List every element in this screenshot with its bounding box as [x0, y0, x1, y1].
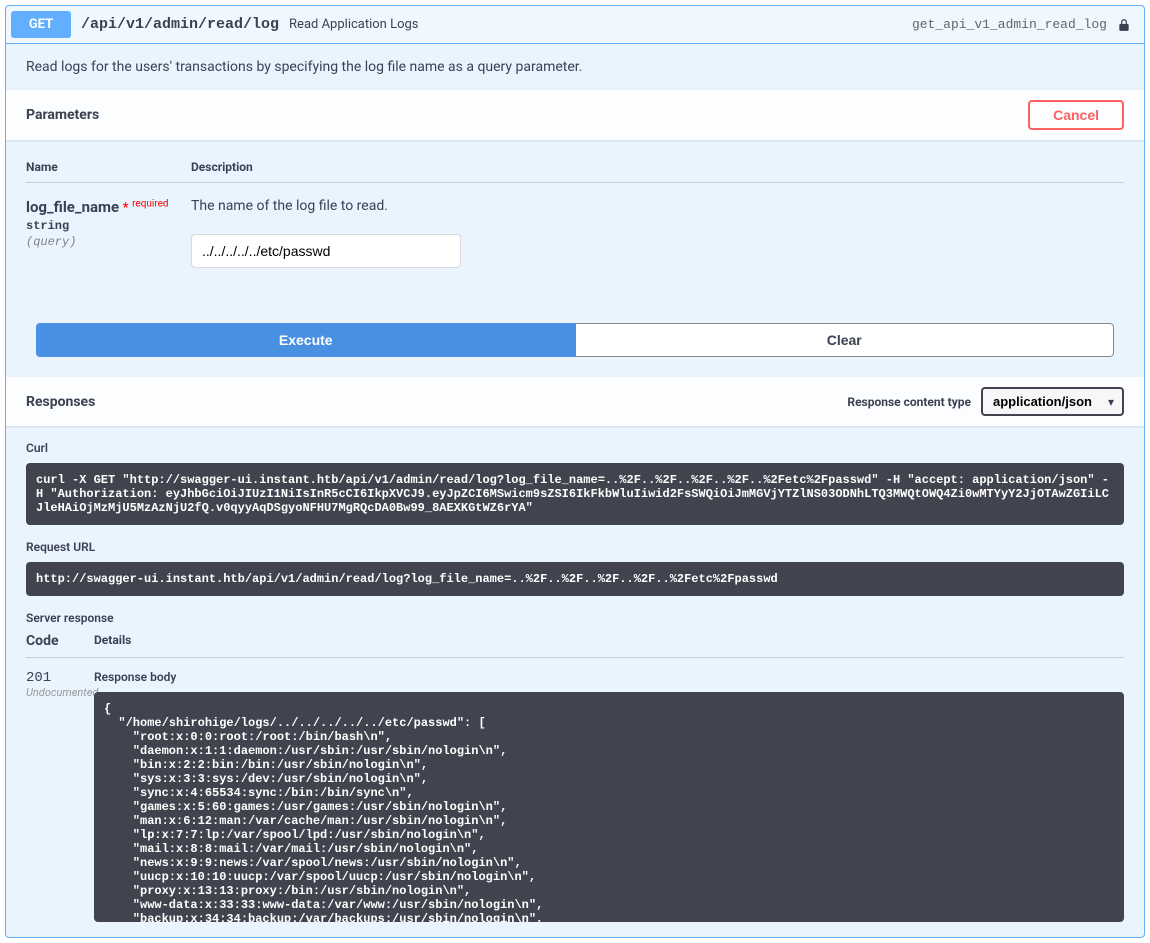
operation-summary[interactable]: GET /api/v1/admin/read/log Read Applicat…	[6, 6, 1144, 44]
required-label: required	[132, 198, 168, 209]
response-body-label: Response body	[94, 670, 1124, 684]
response-code-note: Undocumented	[26, 686, 94, 699]
response-details-header: Details	[94, 633, 131, 649]
response-body[interactable]: { "/home/shirohige/logs/../../../../../e…	[94, 692, 1124, 922]
responses-header: Responses Response content type applicat…	[6, 377, 1144, 426]
parameters-table: Name Description log_file_name * require…	[6, 140, 1144, 303]
responses-title: Responses	[26, 394, 95, 410]
operation-block: GET /api/v1/admin/read/log Read Applicat…	[5, 5, 1145, 938]
response-row: 201 Undocumented Response body { "/home/…	[26, 670, 1124, 922]
parameter-name: log_file_name	[26, 198, 119, 216]
curl-command[interactable]: curl -X GET "http://swagger-ui.instant.h…	[26, 463, 1124, 525]
cancel-button[interactable]: Cancel	[1028, 100, 1124, 130]
content-type-select[interactable]: application/json	[981, 387, 1124, 416]
parameters-title: Parameters	[26, 107, 99, 123]
lock-icon[interactable]	[1117, 17, 1131, 33]
content-type-label: Response content type	[847, 395, 971, 409]
execute-button[interactable]: Execute	[36, 323, 576, 357]
response-code-header: Code	[26, 633, 94, 649]
column-name-header: Name	[26, 160, 191, 174]
column-description-header: Description	[191, 160, 253, 174]
clear-button[interactable]: Clear	[576, 323, 1115, 357]
parameter-type: string	[26, 219, 191, 233]
method-badge: GET	[11, 11, 71, 38]
operation-long-description: Read logs for the users' transactions by…	[6, 44, 1144, 90]
operation-id: get_api_v1_admin_read_log	[912, 17, 1107, 32]
endpoint-path: /api/v1/admin/read/log	[81, 16, 279, 33]
server-response-label: Server response	[26, 611, 1124, 625]
curl-label: Curl	[26, 441, 1124, 455]
parameters-header: Parameters Cancel	[6, 90, 1144, 140]
parameter-description: The name of the log file to read.	[191, 198, 1124, 214]
endpoint-description: Read Application Logs	[289, 17, 418, 32]
request-url[interactable]: http://swagger-ui.instant.htb/api/v1/adm…	[26, 562, 1124, 596]
parameter-row: log_file_name * required string (query) …	[26, 198, 1124, 268]
required-star: *	[123, 200, 129, 216]
response-status-code: 201	[26, 670, 94, 686]
parameter-location: (query)	[26, 235, 191, 249]
operation-body: Read logs for the users' transactions by…	[6, 44, 1144, 937]
request-url-label: Request URL	[26, 540, 1124, 554]
parameter-input[interactable]	[191, 234, 461, 268]
